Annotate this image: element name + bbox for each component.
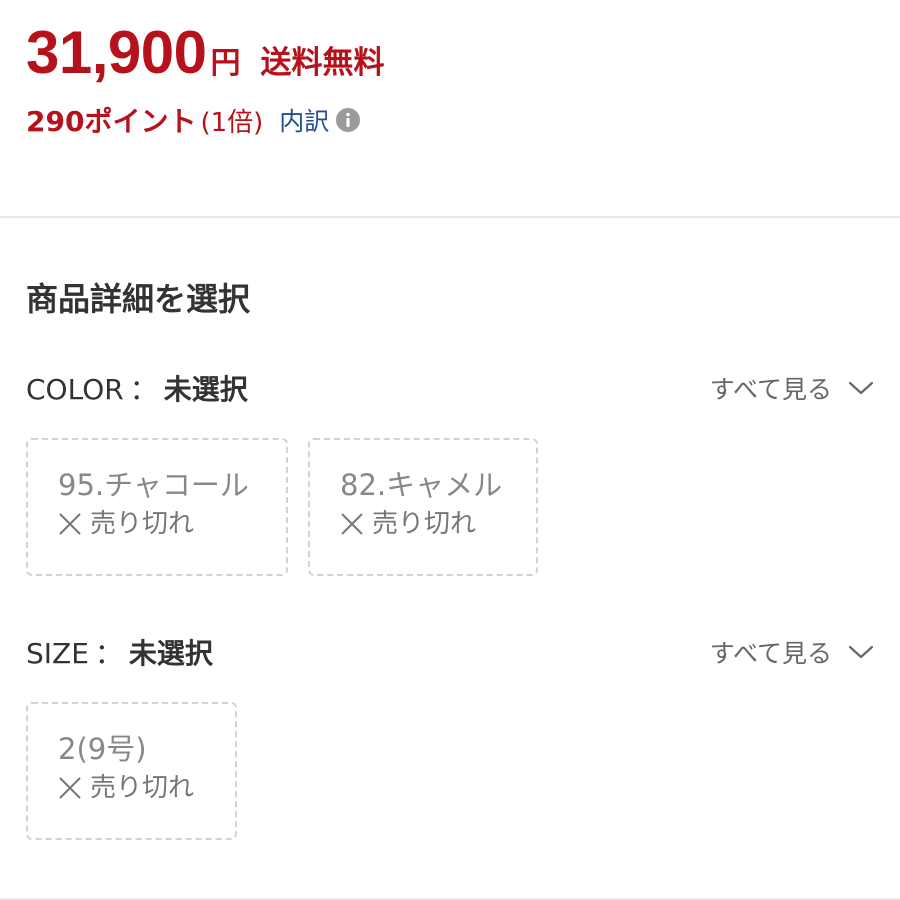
info-icon: [336, 108, 361, 132]
color-option-header: COLOR：未選択 すべて見る: [26, 368, 874, 408]
size-label-text: SIZE: [26, 637, 89, 670]
color-label-text: COLOR: [26, 373, 124, 406]
points-multiplier: (1倍): [200, 107, 264, 138]
sold-out-x-icon: [59, 513, 81, 535]
color-option-name: 95.チャコール: [58, 468, 249, 502]
points-row: 290ポイント (1倍) 内訳: [26, 100, 361, 140]
size-options-list: 2(9号) 売り切れ: [26, 702, 257, 840]
size-label: SIZE：未選択: [26, 632, 213, 672]
sold-out-x-icon: [341, 513, 363, 535]
points-amount: 290ポイント: [26, 105, 197, 138]
sold-out-status: 売り切れ: [58, 770, 205, 806]
price-row: 31,900 円 送料無料: [26, 18, 385, 87]
chevron-down-icon: [848, 645, 874, 659]
chevron-down-icon: [848, 381, 874, 395]
sold-out-label: 売り切れ: [372, 509, 477, 539]
sold-out-status: 売り切れ: [340, 506, 506, 542]
price-value: 31,900: [26, 19, 207, 86]
color-option-name: 82.キャメル: [340, 468, 503, 502]
price-currency-unit: 円: [210, 46, 241, 81]
free-shipping-label: 送料無料: [260, 45, 385, 81]
color-options-list: 95.チャコール 売り切れ 82.キャメル 売り切れ: [26, 438, 558, 576]
size-label-separator: ：: [94, 637, 123, 670]
color-see-all-button[interactable]: すべて見る: [710, 370, 874, 406]
size-selection-state: 未選択: [128, 637, 213, 670]
color-option-charcoal[interactable]: 95.チャコール 売り切れ: [26, 438, 288, 576]
sold-out-label: 売り切れ: [90, 509, 195, 539]
size-see-all-button[interactable]: すべて見る: [710, 634, 874, 670]
size-option-name: 2(9号): [58, 732, 147, 766]
points-breakdown-link[interactable]: 内訳: [279, 102, 361, 138]
points-breakdown-label: 内訳: [279, 107, 330, 136]
product-purchase-panel: 31,900 円 送料無料 290ポイント (1倍) 内訳 商品詳細を選択 CO…: [0, 0, 900, 900]
size-option-2[interactable]: 2(9号) 売り切れ: [26, 702, 237, 840]
sold-out-label: 売り切れ: [90, 773, 195, 803]
sold-out-status: 売り切れ: [58, 506, 256, 542]
sold-out-x-icon: [59, 777, 81, 799]
color-see-all-label: すべて見る: [709, 375, 832, 404]
color-selection-state: 未選択: [163, 373, 248, 406]
size-option-header: SIZE：未選択 すべて見る: [26, 632, 874, 672]
section-divider: [0, 216, 900, 218]
select-product-details-title: 商品詳細を選択: [26, 280, 251, 318]
size-see-all-label: すべて見る: [709, 639, 832, 668]
color-option-camel[interactable]: 82.キャメル 売り切れ: [308, 438, 538, 576]
color-label-separator: ：: [129, 373, 158, 406]
color-label: COLOR：未選択: [26, 368, 248, 408]
